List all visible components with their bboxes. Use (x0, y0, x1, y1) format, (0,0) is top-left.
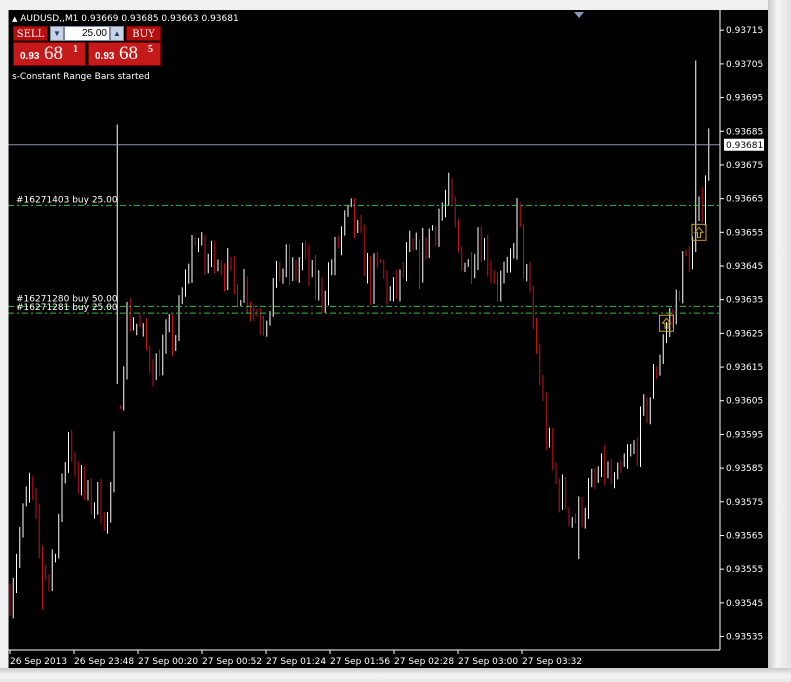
price-tick-label-18: 0.93535 (726, 633, 763, 643)
price-tick-label-6: 0.93655 (726, 228, 763, 238)
price-tick-label-7: 0.93645 (726, 262, 763, 272)
lot-increase-button[interactable]: ▲ (110, 26, 124, 41)
price-tick-label-17: 0.93545 (726, 599, 763, 609)
symbol-header: ▲ AUDUSD,,M1 0.93669 0.93685 0.93663 0.9… (12, 14, 239, 24)
price-tick-label-12: 0.93595 (726, 430, 763, 440)
price-tick-label-14: 0.93575 (726, 498, 763, 508)
price-tick-label-11: 0.93605 (726, 397, 763, 407)
triangle-down-icon: ▼ (53, 29, 61, 38)
buy-button[interactable]: BUY (126, 26, 161, 41)
price-tick-label-16: 0.93555 (726, 565, 763, 575)
price-tick-label-8: 0.93635 (726, 296, 763, 306)
lot-size-input[interactable] (64, 26, 110, 41)
current-price-label: 0.93681 (726, 141, 763, 151)
chart-svg[interactable]: 0.937150.937050.936950.936850.936750.936… (8, 10, 768, 668)
time-tick-label-1: 26 Sep 23:48 (74, 657, 134, 667)
time-tick-label-4: 27 Sep 01:24 (266, 657, 326, 667)
sell-button[interactable]: SELL (13, 26, 48, 41)
sell-price-box[interactable]: 0.93 68 1 (13, 42, 86, 66)
sell-price-fraction: 1 (73, 44, 78, 55)
current-price-tag: 0.93681 (724, 138, 764, 151)
time-tick-label-2: 27 Sep 00:20 (138, 657, 198, 667)
order-label-2: #16271281 buy 25.00 (16, 303, 118, 313)
price-tick-label-0: 0.93715 (726, 26, 763, 36)
price-tick-label-4: 0.93675 (726, 161, 763, 171)
triangle-up-icon: ▲ (113, 29, 121, 38)
price-tick-label-13: 0.93585 (726, 464, 763, 474)
price-tick-label-5: 0.93665 (726, 195, 763, 205)
time-tick-label-7: 27 Sep 03:00 (458, 657, 518, 667)
order-label-0: #16271403 buy 25.00 (16, 195, 118, 205)
symbol-header-text: AUDUSD,,M1 0.93669 0.93685 0.93663 0.936… (20, 14, 239, 24)
price-tick-label-2: 0.93695 (726, 94, 763, 104)
one-click-trading-panel: SELL ▼ ▲ BUY 0.93 68 1 0.93 68 5 (13, 26, 161, 68)
price-tick-label-9: 0.93625 (726, 329, 763, 339)
time-tick-label-0: 26 Sep 2013 (10, 657, 67, 667)
window-frame-right (768, 0, 791, 682)
buy-price-prefix: 0.93 (95, 51, 115, 62)
buy-price-fraction: 5 (148, 44, 153, 55)
time-tick-label-3: 27 Sep 00:52 (202, 657, 262, 667)
status-text: s-Constant Range Bars started (12, 72, 150, 82)
buy-price-box[interactable]: 0.93 68 5 (88, 42, 161, 66)
price-tick-label-3: 0.93685 (726, 127, 763, 137)
chart-background (8, 10, 768, 668)
lot-decrease-button[interactable]: ▼ (50, 26, 64, 41)
time-tick-label-6: 27 Sep 02:28 (394, 657, 454, 667)
price-tick-label-15: 0.93565 (726, 531, 763, 541)
price-chart[interactable]: 0.93715 0.93705 0.93695 0.93685 0.93675 0.936… (8, 10, 768, 668)
price-tick-label-10: 0.93615 (726, 363, 763, 373)
window-frame-bottom (0, 668, 791, 682)
price-tick-label-1: 0.93705 (726, 60, 763, 70)
triangle-up-icon: ▲ (12, 15, 18, 23)
sell-price-prefix: 0.93 (20, 51, 40, 62)
time-tick-label-8: 27 Sep 03:32 (522, 657, 582, 667)
sell-price-pips: 68 (44, 43, 63, 64)
time-tick-label-5: 27 Sep 01:56 (330, 657, 390, 667)
buy-price-pips: 68 (119, 43, 138, 64)
